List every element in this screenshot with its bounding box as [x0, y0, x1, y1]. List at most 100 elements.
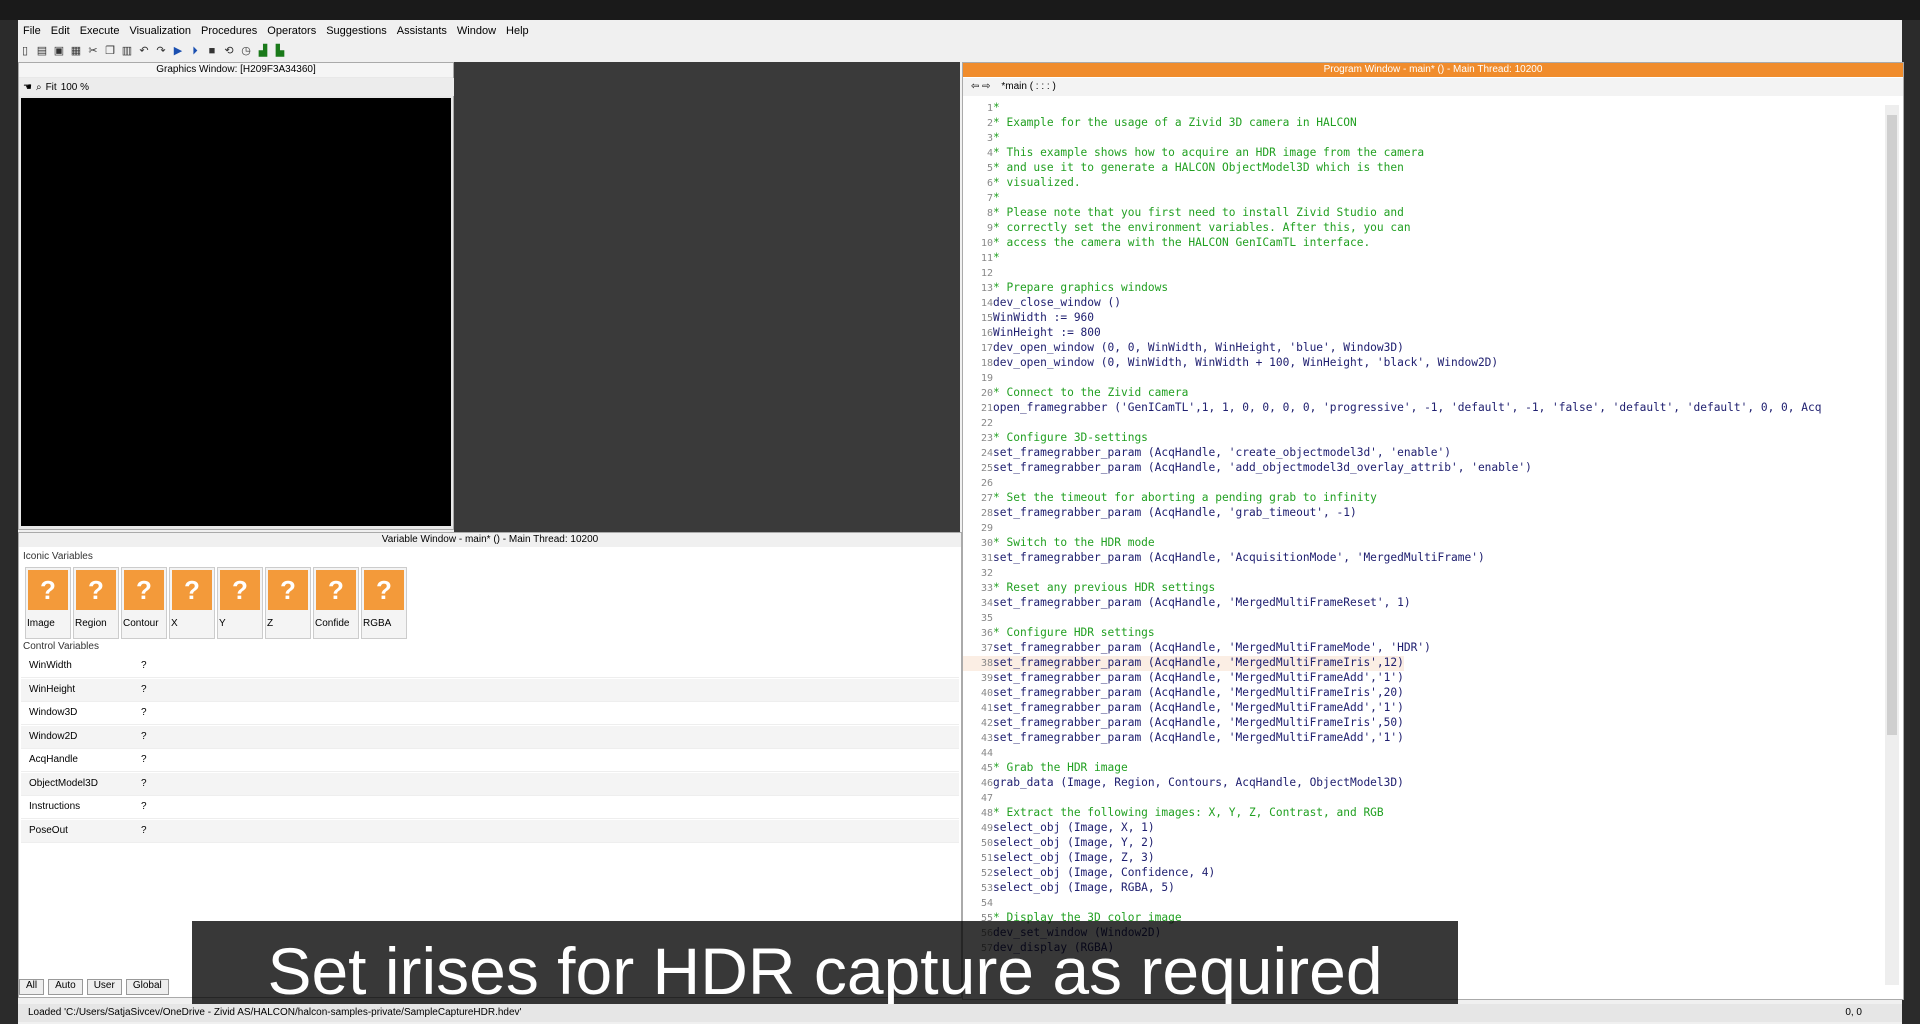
control-var-row[interactable]: WinHeight?: [21, 678, 959, 702]
iconic-var-0[interactable]: ? Image: [25, 567, 71, 639]
stop-icon[interactable]: ■: [205, 44, 219, 58]
code-line[interactable]: 37set_framegrabber_param (AcqHandle, 'Me…: [963, 641, 1431, 656]
code-line[interactable]: 44: [963, 746, 993, 761]
code-line[interactable]: 53select_obj (Image, RGBA, 5): [963, 881, 1175, 896]
code-line[interactable]: 23* Configure 3D-settings: [963, 431, 1148, 446]
control-var-row[interactable]: PoseOut?: [21, 819, 959, 843]
code-line[interactable]: 7*: [963, 191, 1000, 206]
code-line[interactable]: 9* correctly set the environment variabl…: [963, 221, 1411, 236]
undo-icon[interactable]: ↶: [137, 44, 151, 58]
code-line[interactable]: 25set_framegrabber_param (AcqHandle, 'ad…: [963, 461, 1532, 476]
code-line[interactable]: 8* Please note that you first need to in…: [963, 206, 1404, 221]
code-line[interactable]: 28set_framegrabber_param (AcqHandle, 'gr…: [963, 506, 1357, 521]
iconic-var-1[interactable]: ? Region: [73, 567, 119, 639]
save-icon[interactable]: ▣: [52, 44, 66, 58]
code-line[interactable]: 40set_framegrabber_param (AcqHandle, 'Me…: [963, 686, 1404, 701]
code-line[interactable]: 31set_framegrabber_param (AcqHandle, 'Ac…: [963, 551, 1485, 566]
menu-visualization[interactable]: Visualization: [124, 23, 196, 39]
code-line[interactable]: 50select_obj (Image, Y, 2): [963, 836, 1155, 851]
print-icon[interactable]: ▦: [69, 44, 83, 58]
variable-tab-global[interactable]: Global: [125, 979, 169, 995]
menu-file[interactable]: File: [18, 23, 46, 39]
menu-execute[interactable]: Execute: [75, 23, 125, 39]
code-line[interactable]: 46grab_data (Image, Region, Contours, Ac…: [963, 776, 1404, 791]
code-line[interactable]: 12: [963, 266, 993, 281]
variable-tab-auto[interactable]: Auto: [48, 979, 83, 995]
code-line[interactable]: 32: [963, 566, 993, 581]
iconic-var-5[interactable]: ? Z: [265, 567, 311, 639]
graphics-canvas[interactable]: [21, 98, 451, 526]
code-line[interactable]: 15WinWidth := 960: [963, 311, 1094, 326]
code-line[interactable]: 13* Prepare graphics windows: [963, 281, 1168, 296]
run-icon[interactable]: ▶: [171, 44, 185, 58]
iconic-var-3[interactable]: ? X: [169, 567, 215, 639]
control-var-row[interactable]: Instructions?: [21, 796, 959, 819]
cut-icon[interactable]: ✂: [86, 44, 100, 58]
open-file-icon[interactable]: ▤: [35, 44, 49, 58]
code-line[interactable]: 42set_framegrabber_param (AcqHandle, 'Me…: [963, 716, 1404, 731]
code-line[interactable]: 11*: [963, 251, 1000, 266]
forward-icon[interactable]: ⇨: [982, 81, 990, 92]
variable-tab-user[interactable]: User: [86, 979, 122, 995]
code-line[interactable]: 47: [963, 791, 993, 806]
zoom-select[interactable]: 100 %: [61, 82, 89, 93]
code-line[interactable]: 17dev_open_window (0, 0, WinWidth, WinHe…: [963, 341, 1404, 356]
procedure-tab[interactable]: *main ( : : : ): [1001, 81, 1055, 92]
control-var-row[interactable]: AcqHandle?: [21, 749, 959, 772]
control-var-row[interactable]: Window2D?: [21, 725, 959, 749]
fit-button[interactable]: Fit: [46, 82, 57, 93]
back-icon[interactable]: ⇦: [971, 81, 979, 92]
code-scrollbar-thumb[interactable]: [1887, 115, 1897, 735]
control-var-row[interactable]: WinWidth?: [21, 655, 959, 678]
new-file-icon[interactable]: ▯: [18, 44, 32, 58]
paste-icon[interactable]: ▥: [120, 44, 134, 58]
code-line[interactable]: 1*: [963, 101, 1000, 116]
code-line[interactable]: 48* Extract the following images: X, Y, …: [963, 806, 1384, 821]
code-line[interactable]: 38set_framegrabber_param (AcqHandle, 'Me…: [963, 656, 1404, 671]
iconic-var-4[interactable]: ? Y: [217, 567, 263, 639]
code-line[interactable]: 33* Reset any previous HDR settings: [963, 581, 1215, 596]
control-var-row[interactable]: Window3D?: [21, 702, 959, 725]
zoom-icon[interactable]: ⌕: [36, 82, 42, 93]
code-line[interactable]: 27* Set the timeout for aborting a pendi…: [963, 491, 1377, 506]
code-line[interactable]: 29: [963, 521, 993, 536]
code-line[interactable]: 5* and use it to generate a HALCON Objec…: [963, 161, 1404, 176]
code-line[interactable]: 30* Switch to the HDR mode: [963, 536, 1155, 551]
code-line[interactable]: 20* Connect to the Zivid camera: [963, 386, 1188, 401]
code-line[interactable]: 26: [963, 476, 993, 491]
code-line[interactable]: 22: [963, 416, 993, 431]
code-line[interactable]: 43set_framegrabber_param (AcqHandle, 'Me…: [963, 731, 1404, 746]
histogram-icon[interactable]: ▙: [273, 44, 287, 58]
chart-icon[interactable]: ▟: [256, 44, 270, 58]
code-line[interactable]: 54: [963, 896, 993, 911]
code-line[interactable]: 6* visualized.: [963, 176, 1081, 191]
code-line[interactable]: 2* Example for the usage of a Zivid 3D c…: [963, 116, 1357, 131]
code-line[interactable]: 19: [963, 371, 993, 386]
redo-icon[interactable]: ↷: [154, 44, 168, 58]
code-line[interactable]: 36* Configure HDR settings: [963, 626, 1155, 641]
iconic-var-2[interactable]: ? Contour: [121, 567, 167, 639]
menu-procedures[interactable]: Procedures: [196, 23, 262, 39]
control-var-row[interactable]: ObjectModel3D?: [21, 772, 959, 796]
code-line[interactable]: 21open_framegrabber ('GenICamTL',1, 1, 0…: [963, 401, 1822, 416]
step-icon[interactable]: ⏵: [188, 44, 202, 58]
code-line[interactable]: 41set_framegrabber_param (AcqHandle, 'Me…: [963, 701, 1404, 716]
code-scrollbar[interactable]: [1885, 105, 1899, 985]
menu-suggestions[interactable]: Suggestions: [321, 23, 392, 39]
code-line[interactable]: 24set_framegrabber_param (AcqHandle, 'cr…: [963, 446, 1451, 461]
code-line[interactable]: 52select_obj (Image, Confidence, 4): [963, 866, 1215, 881]
pointer-icon[interactable]: ☚: [23, 82, 32, 93]
variable-tab-all[interactable]: All: [19, 979, 45, 995]
code-line[interactable]: 35: [963, 611, 993, 626]
code-line[interactable]: 16WinHeight := 800: [963, 326, 1101, 341]
iconic-var-7[interactable]: ? RGBA: [361, 567, 407, 639]
menu-edit[interactable]: Edit: [46, 23, 75, 39]
code-line[interactable]: 34set_framegrabber_param (AcqHandle, 'Me…: [963, 596, 1411, 611]
timer-icon[interactable]: ◷: [239, 44, 253, 58]
code-line[interactable]: 51select_obj (Image, Z, 3): [963, 851, 1155, 866]
code-line[interactable]: 10* access the camera with the HALCON Ge…: [963, 236, 1370, 251]
menu-window[interactable]: Window: [452, 23, 501, 39]
code-line[interactable]: 18dev_open_window (0, WinWidth, WinWidth…: [963, 356, 1498, 371]
iconic-var-6[interactable]: ? Confide: [313, 567, 359, 639]
code-editor[interactable]: 1* 2* Example for the usage of a Zivid 3D…: [963, 101, 1883, 985]
